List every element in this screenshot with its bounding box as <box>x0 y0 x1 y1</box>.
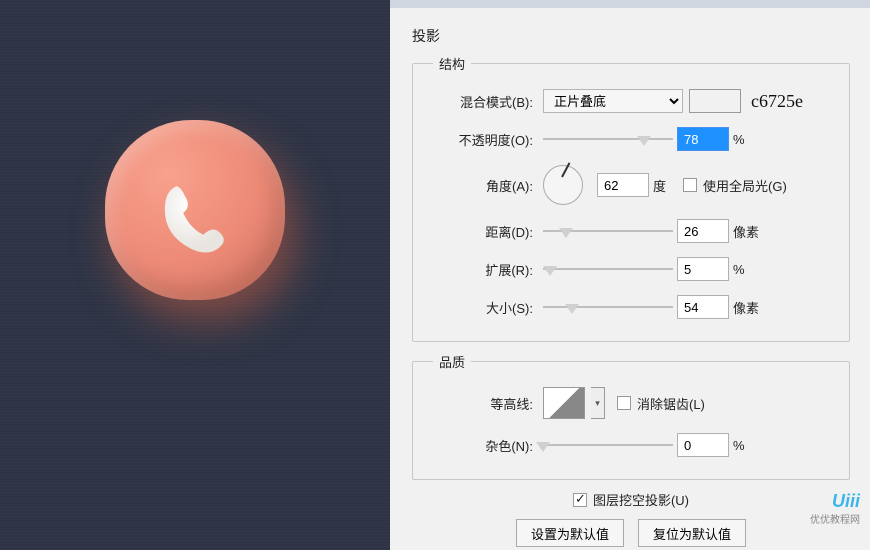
knockout-row: 图层挖空投影(U) <box>573 490 689 509</box>
spread-row: 扩展(R): % <box>433 257 837 281</box>
layer-style-panel: 投影 结构 混合模式(B): 正片叠底 c6725e 不透明度(O): % 角度… <box>390 0 870 550</box>
canvas-preview <box>0 0 390 550</box>
shadow-color-swatch[interactable] <box>689 89 741 113</box>
size-slider[interactable] <box>543 298 673 316</box>
contour-picker[interactable] <box>543 387 585 419</box>
panel-title: 投影 <box>412 26 850 46</box>
spread-unit: % <box>733 262 763 277</box>
distance-label: 距离(D): <box>433 222 543 241</box>
angle-dial[interactable] <box>543 165 583 205</box>
size-unit: 像素 <box>733 298 763 317</box>
reset-default-button[interactable]: 复位为默认值 <box>638 519 746 547</box>
blend-mode-select[interactable]: 正片叠底 <box>543 89 683 113</box>
spread-input[interactable] <box>677 257 729 281</box>
button-row: 设置为默认值 复位为默认值 <box>516 519 746 547</box>
size-label: 大小(S): <box>433 298 543 317</box>
contour-row: 等高线: ▾ 消除锯齿(L) <box>433 387 837 419</box>
angle-unit: 度 <box>653 176 683 195</box>
opacity-row: 不透明度(O): % <box>433 127 837 151</box>
quality-legend: 品质 <box>433 352 471 371</box>
opacity-label: 不透明度(O): <box>433 130 543 149</box>
phone-handset-icon <box>153 176 237 260</box>
noise-label: 杂色(N): <box>433 436 543 455</box>
phone-icon-artwork <box>105 120 285 300</box>
quality-group: 品质 等高线: ▾ 消除锯齿(L) 杂色(N): % <box>412 352 850 480</box>
global-light-label: 使用全局光(G) <box>703 176 787 195</box>
noise-unit: % <box>733 438 763 453</box>
color-hex-label: c6725e <box>751 91 803 112</box>
spread-slider[interactable] <box>543 260 673 278</box>
knockout-label: 图层挖空投影(U) <box>593 490 689 509</box>
blend-mode-label: 混合模式(B): <box>433 92 543 111</box>
angle-label: 角度(A): <box>433 176 543 195</box>
angle-input[interactable] <box>597 173 649 197</box>
noise-input[interactable] <box>677 433 729 457</box>
antialias-label: 消除锯齿(L) <box>637 394 705 413</box>
contour-dropdown-icon[interactable]: ▾ <box>591 387 605 419</box>
blend-mode-row: 混合模式(B): 正片叠底 c6725e <box>433 89 837 113</box>
set-default-button[interactable]: 设置为默认值 <box>516 519 624 547</box>
structure-legend: 结构 <box>433 54 471 73</box>
global-light-checkbox[interactable] <box>683 178 697 192</box>
size-row: 大小(S): 像素 <box>433 295 837 319</box>
contour-label: 等高线: <box>433 394 543 413</box>
structure-group: 结构 混合模式(B): 正片叠底 c6725e 不透明度(O): % 角度(A)… <box>412 54 850 342</box>
opacity-input[interactable] <box>677 127 729 151</box>
opacity-unit: % <box>733 132 763 147</box>
distance-unit: 像素 <box>733 222 763 241</box>
distance-input[interactable] <box>677 219 729 243</box>
noise-row: 杂色(N): % <box>433 433 837 457</box>
distance-row: 距离(D): 像素 <box>433 219 837 243</box>
angle-row: 角度(A): 度 使用全局光(G) <box>433 165 837 205</box>
knockout-checkbox[interactable] <box>573 493 587 507</box>
spread-label: 扩展(R): <box>433 260 543 279</box>
bottom-controls: 图层挖空投影(U) 设置为默认值 复位为默认值 <box>412 490 850 547</box>
antialias-checkbox[interactable] <box>617 396 631 410</box>
opacity-slider[interactable] <box>543 130 673 148</box>
noise-slider[interactable] <box>543 436 673 454</box>
size-input[interactable] <box>677 295 729 319</box>
distance-slider[interactable] <box>543 222 673 240</box>
